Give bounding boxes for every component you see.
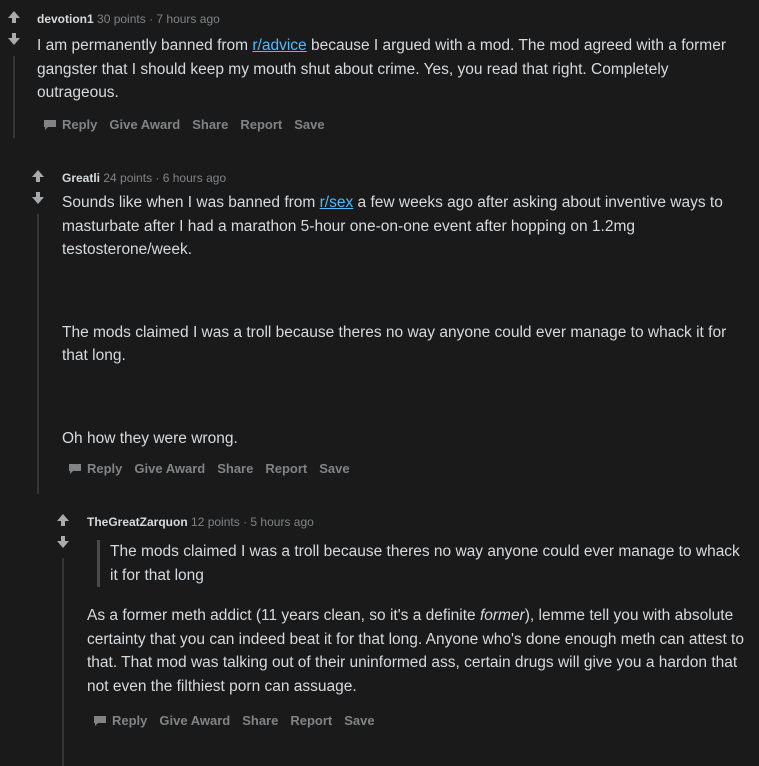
comment-author[interactable]: TheGreatZarquon (87, 515, 188, 529)
comment-text: The mods claimed I was a troll because t… (62, 323, 727, 365)
downvote-arrow-icon[interactable] (31, 191, 45, 205)
meta-separator: · (243, 515, 248, 529)
report-button[interactable]: Report (265, 461, 307, 477)
reply-button[interactable]: Reply (93, 713, 147, 729)
comment-meta: Greatli 24 points · 6 hours ago (62, 170, 226, 186)
downvote-arrow-icon[interactable] (7, 32, 21, 46)
comment-body: I am permanently banned from r/advice be… (37, 34, 749, 105)
comment-text: Sounds like when I was banned from (62, 194, 320, 211)
comment-text: As a former meth addict (11 years clean,… (87, 607, 480, 624)
comment-meta: TheGreatZarquon 12 points · 5 hours ago (87, 514, 314, 530)
subreddit-link[interactable]: r/sex (320, 194, 354, 211)
save-button[interactable]: Save (319, 461, 349, 477)
comment-time[interactable]: 6 hours ago (163, 171, 226, 185)
upvote-arrow-icon[interactable] (7, 10, 21, 24)
share-button[interactable]: Share (192, 117, 228, 133)
comment-actions: Reply Give Award Share Report Save (43, 117, 325, 133)
comment-actions: Reply Give Award Share Report Save (93, 713, 375, 729)
comment-body: Sounds like when I was banned from r/sex… (62, 191, 752, 450)
reply-button[interactable]: Reply (43, 117, 97, 133)
comment-meta: devotion1 30 points · 7 hours ago (37, 11, 220, 27)
comment-actions: Reply Give Award Share Report Save (68, 461, 350, 477)
comment-bubble-icon (69, 464, 81, 474)
give-award-button[interactable]: Give Award (159, 713, 230, 729)
comment-points: 30 points (97, 12, 146, 26)
emphasis-text: former (479, 607, 525, 624)
comment-time[interactable]: 5 hours ago (250, 515, 313, 529)
comment-bubble-icon (44, 120, 56, 130)
reply-button[interactable]: Reply (68, 461, 122, 477)
comment-paragraph: Oh how they were wrong. (62, 427, 752, 451)
comment-body: As a former meth addict (11 years clean,… (87, 604, 752, 698)
comment-paragraph: The mods claimed I was a troll because t… (62, 321, 752, 368)
thread-collapse-line[interactable] (13, 56, 15, 138)
comment-paragraph: As a former meth addict (11 years clean,… (87, 604, 752, 698)
upvote-arrow-icon[interactable] (56, 513, 70, 527)
upvote-arrow-icon[interactable] (31, 169, 45, 183)
reply-label: Reply (87, 461, 123, 476)
downvote-arrow-icon[interactable] (56, 535, 70, 549)
comment-text: I am permanently banned from (37, 37, 253, 54)
vote-column (31, 169, 45, 205)
vote-column (7, 10, 21, 46)
comment-text: Oh how they were wrong. (62, 429, 238, 447)
comment-thread: devotion1 30 points · 7 hours ago I am p… (0, 0, 759, 766)
report-button[interactable]: Report (240, 117, 282, 133)
comment-bubble-icon (94, 716, 106, 726)
comment-paragraph: Sounds like when I was banned from r/sex… (62, 191, 752, 262)
give-award-button[interactable]: Give Award (109, 117, 180, 133)
comment-body: The mods claimed I was a troll because t… (97, 540, 747, 587)
vote-column (56, 513, 70, 549)
reply-label: Reply (112, 713, 148, 728)
thread-collapse-line[interactable] (62, 558, 64, 766)
thread-collapse-line[interactable] (37, 214, 39, 494)
blockquote: The mods claimed I was a troll because t… (97, 540, 747, 587)
share-button[interactable]: Share (242, 713, 278, 729)
comment-paragraph: I am permanently banned from r/advice be… (37, 34, 749, 105)
share-button[interactable]: Share (217, 461, 253, 477)
report-button[interactable]: Report (290, 713, 332, 729)
save-button[interactable]: Save (294, 117, 324, 133)
meta-separator: · (149, 12, 154, 26)
reply-label: Reply (62, 117, 98, 132)
comment-time[interactable]: 7 hours ago (156, 12, 219, 26)
comment-points: 24 points (103, 171, 153, 185)
comment-author[interactable]: devotion1 (37, 12, 94, 26)
meta-separator: · (155, 171, 160, 185)
save-button[interactable]: Save (344, 713, 374, 729)
comment-author[interactable]: Greatli (62, 171, 100, 185)
subreddit-link[interactable]: r/advice (252, 37, 306, 54)
give-award-button[interactable]: Give Award (134, 461, 205, 477)
comment-points: 12 points (191, 515, 240, 529)
